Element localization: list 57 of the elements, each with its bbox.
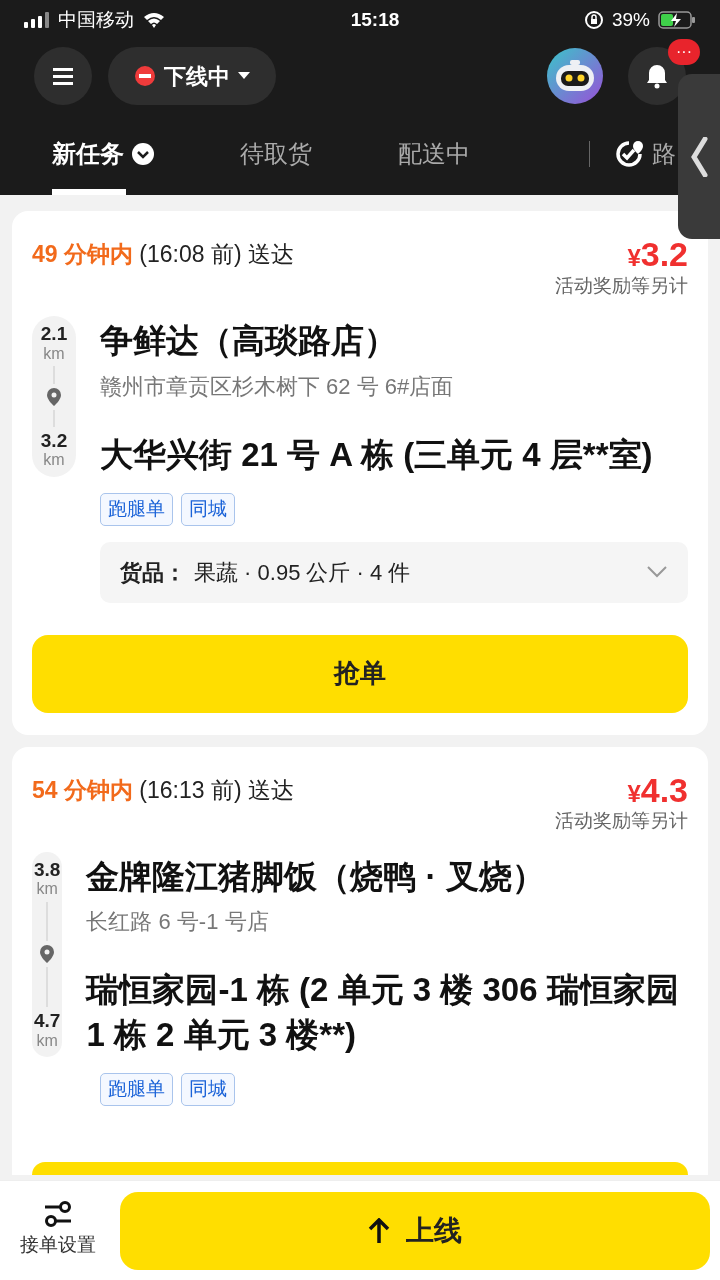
chevron-down-icon	[646, 565, 668, 580]
price: ¥3.2	[627, 237, 688, 271]
go-online-button[interactable]: 上线	[120, 1191, 710, 1270]
route-pin-icon	[614, 138, 644, 169]
battery-charging-icon	[658, 11, 696, 29]
order-tag: 同城	[181, 493, 235, 526]
order-settings-button[interactable]: 接单设置	[20, 1201, 96, 1260]
battery-percent: 39%	[611, 7, 650, 32]
destination-address: 瑞恒家园-1 栋 (2 单元 3 楼 306 瑞恒家园 1 栋 2 单元 3 楼**)	[86, 970, 680, 1055]
order-tag: 跑腿单	[100, 1073, 173, 1106]
arrow-up-icon	[368, 1217, 390, 1244]
store-address: 长红路 6 号-1 号店	[86, 908, 270, 937]
tab[interactable]: 新任务	[52, 112, 154, 195]
tab[interactable]: 配送中	[398, 112, 470, 195]
pickup-distance: 3.8	[34, 859, 61, 881]
delivery-time: 54 分钟内 (16:13 前) 送达	[32, 775, 295, 805]
location-pin-icon	[40, 945, 55, 964]
location-pin-icon	[47, 387, 61, 406]
dropoff-distance: 4.7	[34, 1010, 61, 1032]
pickup-distance: 2.1	[40, 324, 68, 345]
tab[interactable]: 路	[614, 112, 676, 195]
notification-badge: ···	[668, 39, 700, 65]
destination-address: 大华兴街 21 号 A 栋 (三单元 4 层**室)	[100, 434, 654, 475]
price-note: 活动奖励等另计	[555, 273, 688, 298]
side-handle[interactable]	[678, 74, 720, 239]
distance-unit: km	[43, 451, 65, 470]
store-address: 赣州市章贡区杉木树下 62 号 6#店面	[100, 372, 455, 401]
distance-unit: km	[36, 1031, 58, 1050]
status-dropdown[interactable]: 下线中	[108, 47, 276, 105]
store-name: 金牌隆江猪脚饭（烧鸭 · 叉烧）	[86, 856, 546, 897]
chevron-left-icon	[690, 136, 708, 177]
grab-order-button[interactable]: 抢单	[32, 634, 688, 713]
robot-icon[interactable]	[546, 47, 604, 105]
distance-unit: km	[43, 344, 65, 363]
delivery-time: 49 分钟内 (16:08 前) 送达	[32, 240, 295, 269]
bell-icon	[645, 63, 669, 89]
offline-icon	[134, 65, 156, 87]
caret-icon	[238, 72, 250, 80]
wifi-icon	[142, 11, 166, 29]
goods-label: 货品：	[120, 558, 186, 587]
order-tag: 同城	[181, 1073, 235, 1106]
sliders-icon	[43, 1201, 73, 1228]
distance-unit: km	[36, 880, 58, 899]
price-note: 活动奖励等另计	[555, 809, 688, 834]
goods-summary[interactable]: 货品： 果蔬 · 0.95 公斤 · 4 件	[100, 541, 688, 603]
signal-icon	[24, 12, 50, 28]
dropoff-distance: 3.2	[40, 430, 68, 452]
clock-time: 15:18	[350, 7, 400, 32]
tab[interactable]: 待取货	[240, 112, 312, 195]
rotation-lock-icon	[583, 10, 604, 30]
order-tag: 跑腿单	[100, 493, 173, 526]
carrier-name: 中国移动	[58, 7, 134, 32]
chevron-down-icon	[132, 142, 154, 165]
price: ¥4.3	[627, 772, 688, 807]
goods-detail: 果蔬 · 0.95 公斤 · 4 件	[194, 558, 412, 587]
store-name: 争鲜达（高琰路店）	[100, 321, 398, 361]
menu-icon	[53, 67, 73, 85]
